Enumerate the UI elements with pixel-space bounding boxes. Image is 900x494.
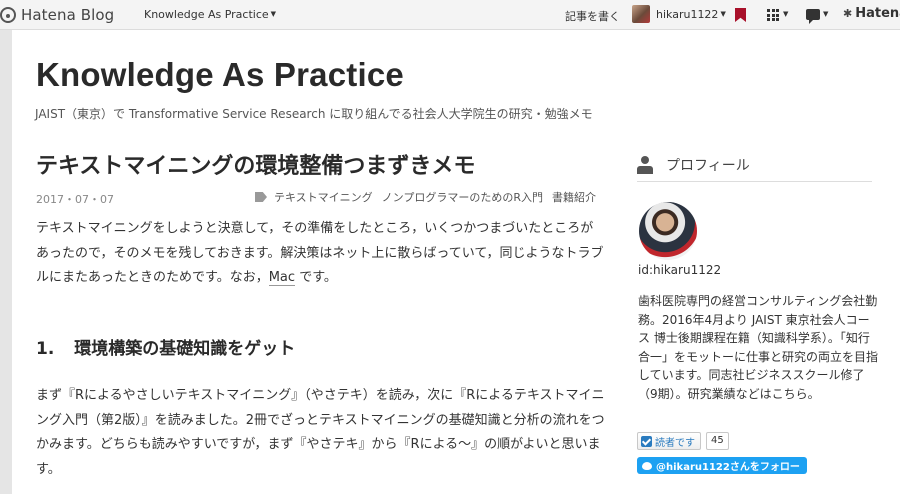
category-link[interactable]: テキストマイニング (274, 189, 373, 205)
profile-module-header: プロフィール (637, 148, 872, 182)
section-heading: 1. 環境構築の基礎知識をゲット (36, 334, 295, 359)
mac-keyword-link[interactable]: Mac (268, 270, 296, 286)
blog-description: JAIST（東京）で Transformative Service Resear… (35, 107, 593, 121)
category-link[interactable]: ノンプログラマーのためのR入門 (382, 189, 543, 205)
blog-selector[interactable]: Knowledge As Practice ▼ (144, 8, 276, 21)
hatena-blog-logo[interactable]: Hatena Blog (0, 0, 114, 30)
profile-id-link[interactable]: id:hikaru1122 (638, 263, 721, 277)
user-avatar (632, 5, 650, 23)
chevron-down-icon: ▼ (270, 10, 277, 18)
user-name: hikaru1122 (656, 7, 719, 21)
entry-categories: テキストマイニング ノンプログラマーのためのR入門 書籍紹介 (255, 189, 605, 205)
reader-subscription: 読者です 45 (637, 432, 729, 450)
entry-date[interactable]: 2017・07・07 (36, 191, 114, 207)
profile-label: プロフィール (666, 157, 750, 174)
chat-icon[interactable] (806, 9, 820, 24)
reader-button[interactable]: 読者です (637, 432, 701, 450)
blog-selector-label: Knowledge As Practice (144, 8, 269, 21)
twitter-bird-icon (642, 461, 652, 470)
reader-button-label: 読者です (655, 437, 695, 449)
intro-tail: です。 (299, 270, 337, 285)
hatena-mark-icon: ✱ (843, 7, 853, 20)
profile-avatar[interactable] (639, 202, 697, 260)
chevron-down-icon: ▼ (720, 10, 726, 18)
hatena-logo-icon (0, 7, 16, 23)
section-number: 1. (36, 339, 55, 359)
section-body: まず『Rによるやさしいテキストマイニング』（やさテキ）を読み，次に『Rによるテキ… (36, 388, 605, 477)
chevron-down-icon: ▼ (783, 10, 789, 18)
grid-icon[interactable] (767, 9, 779, 21)
blog-title[interactable]: Knowledge As Practice (36, 56, 404, 94)
entry-title[interactable]: テキストマイニングの環境整備つまずきメモ (36, 148, 475, 180)
twitter-follow-label: @hikaru1122さんをフォロー (656, 462, 800, 473)
logo-text: Hatena Blog (21, 6, 115, 24)
category-link[interactable]: 書籍紹介 (552, 189, 596, 205)
write-article-link[interactable]: 記事を書く (565, 8, 620, 24)
hatena-text: Hatena (855, 6, 900, 21)
section-title: 環境構築の基礎知識をゲット (74, 339, 296, 359)
bookmark-icon[interactable] (735, 8, 746, 22)
profile-bio: 歯科医院専門の経営コンサルティング会社勤務。2016年4月より JAIST 東京… (638, 294, 879, 401)
page-content: Knowledge As Practice JAIST（東京）で Transfo… (12, 30, 900, 494)
top-navigation-bar: Hatena Blog Knowledge As Practice ▼ 記事を書く… (0, 0, 900, 30)
entry-intro: テキストマイニングをしようと決意して，その準備をしたところ，いくつかつまづいたと… (36, 217, 606, 291)
hatena-link[interactable]: ✱ Hatena (843, 6, 900, 21)
check-icon (641, 435, 652, 447)
user-menu[interactable]: hikaru1122 ▼ (632, 5, 726, 23)
chevron-down-icon: ▼ (823, 10, 829, 18)
reader-count[interactable]: 45 (706, 432, 729, 450)
tag-icon (255, 192, 267, 202)
person-icon (637, 155, 653, 174)
twitter-follow-button[interactable]: @hikaru1122さんをフォロー (637, 457, 807, 474)
